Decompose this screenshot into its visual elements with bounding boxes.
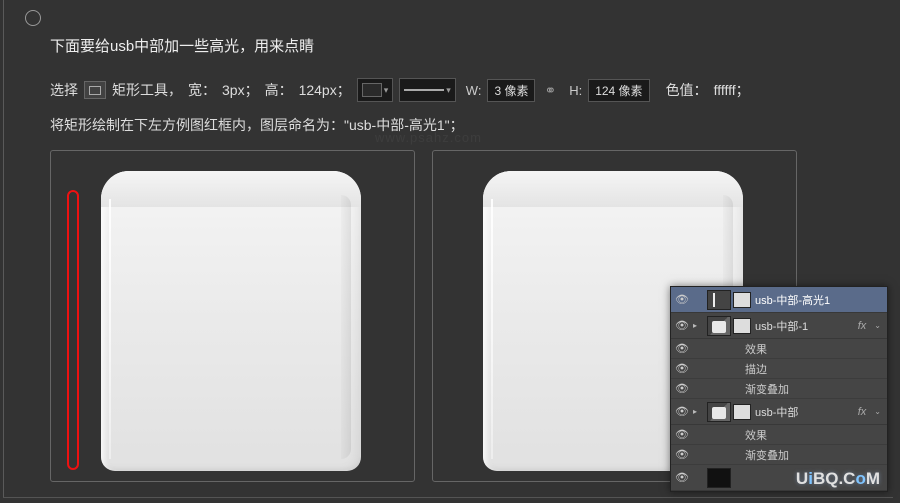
instruction-title: 下面要给usb中部加一些高光，用来点睛 <box>50 35 314 56</box>
visibility-eye-icon[interactable]: 👁 <box>675 448 689 461</box>
layer-thumb-icon[interactable] <box>707 468 731 488</box>
chevron-down-icon[interactable]: ⌄ <box>874 321 887 330</box>
expand-icon[interactable]: ▸ <box>693 321 703 330</box>
width-label: 宽： <box>188 80 216 100</box>
tool-name: 矩形工具， <box>112 80 182 100</box>
layer-name[interactable]: usb-中部-高光1 <box>755 292 887 308</box>
usb-body-left <box>101 171 361 471</box>
effects-row-2[interactable]: 👁 效果 <box>671 425 887 445</box>
rectangle-tool-icon[interactable] <box>84 81 106 99</box>
mask-thumb-icon[interactable] <box>733 292 751 308</box>
visibility-eye-icon[interactable]: 👁 <box>675 405 689 418</box>
fill-swatch[interactable]: ▾ <box>357 78 394 102</box>
select-label: 选择 <box>50 80 78 100</box>
effect-gradient-row-2[interactable]: 👁 渐变叠加 <box>671 445 887 465</box>
fx-badge[interactable]: fx <box>858 320 871 332</box>
visibility-eye-icon[interactable]: 👁 <box>675 362 689 375</box>
site-logo: UiBQ.CoM <box>796 469 880 489</box>
visibility-eye-icon[interactable]: 👁 <box>675 382 689 395</box>
width-text: 3px； <box>222 80 259 100</box>
height-text: 124px； <box>299 80 351 100</box>
link-wh-icon[interactable]: ⚭ <box>541 82 559 99</box>
layer-row-gaoguang1[interactable]: 👁 usb-中部-高光1 <box>671 287 887 313</box>
visibility-eye-icon[interactable]: 👁 <box>675 471 689 484</box>
effects-row[interactable]: 👁 效果 <box>671 339 887 359</box>
color-value: ffffff； <box>714 80 750 100</box>
layer-name[interactable]: usb-中部 <box>755 404 854 420</box>
instruction-detail: 将矩形绘制在下左方例图红框内，图层命名为："usb-中部-高光1"； <box>50 115 464 135</box>
visibility-eye-icon[interactable]: 👁 <box>675 319 689 332</box>
expand-icon[interactable]: ▸ <box>693 407 703 416</box>
chevron-down-icon[interactable]: ⌄ <box>874 407 887 416</box>
tool-options-row: 选择 矩形工具， 宽： 3px； 高： 124px； ▾ ▾ W: 3 像素 ⚭… <box>50 78 750 102</box>
left-edge <box>3 0 4 498</box>
layer-thumb-icon[interactable] <box>707 316 731 336</box>
layer-row-mid[interactable]: 👁 ▸ usb-中部 fx ⌄ <box>671 399 887 425</box>
effect-stroke-row[interactable]: 👁 描边 <box>671 359 887 379</box>
stroke-label: 描边 <box>745 361 767 377</box>
stroke-swatch[interactable]: ▾ <box>399 78 456 102</box>
step-marker-icon <box>25 10 41 26</box>
visibility-eye-icon[interactable]: 👁 <box>675 293 689 306</box>
layer-name[interactable]: usb-中部-1 <box>755 318 854 334</box>
visibility-eye-icon[interactable]: 👁 <box>675 428 689 441</box>
layers-panel[interactable]: 👁 usb-中部-高光1 👁 ▸ usb-中部-1 fx ⌄ 👁 效果 👁 描边… <box>670 286 888 492</box>
h-label: H: <box>569 83 582 98</box>
effect-gradient-row[interactable]: 👁 渐变叠加 <box>671 379 887 399</box>
example-panel-left <box>50 150 415 482</box>
h-input[interactable]: 124 像素 <box>588 79 649 102</box>
layer-thumb-icon[interactable] <box>707 290 731 310</box>
layer-thumb-icon[interactable] <box>707 402 731 422</box>
visibility-eye-icon[interactable]: 👁 <box>675 342 689 355</box>
effects-label: 效果 <box>745 341 767 357</box>
mask-thumb-icon[interactable] <box>733 318 751 334</box>
effects-label: 效果 <box>745 427 767 443</box>
bottom-edge <box>3 497 893 498</box>
w-input[interactable]: 3 像素 <box>487 79 535 102</box>
color-label: 色值： <box>666 80 708 100</box>
height-label: 高： <box>265 80 293 100</box>
red-guide-rect <box>67 190 79 470</box>
w-label: W: <box>466 83 482 98</box>
mask-thumb-icon[interactable] <box>733 404 751 420</box>
gradient-label: 渐变叠加 <box>745 447 789 463</box>
gradient-label: 渐变叠加 <box>745 381 789 397</box>
fx-badge[interactable]: fx <box>858 406 871 418</box>
layer-row-mid1[interactable]: 👁 ▸ usb-中部-1 fx ⌄ <box>671 313 887 339</box>
